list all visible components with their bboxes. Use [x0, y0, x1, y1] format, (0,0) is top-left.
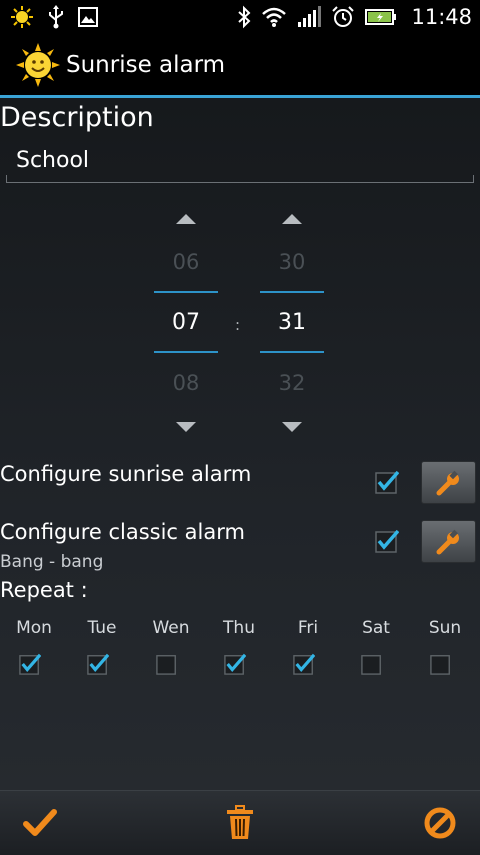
- time-separator: :: [235, 316, 241, 334]
- sunrise-alarm-checkbox[interactable]: [375, 470, 399, 494]
- status-time: 11:48: [411, 5, 472, 29]
- hour-down-arrow-icon[interactable]: [154, 416, 218, 436]
- minute-top-divider: [260, 291, 324, 293]
- battery-icon: [365, 9, 397, 25]
- description-input[interactable]: School: [6, 142, 474, 183]
- hour-previous[interactable]: 06: [154, 250, 218, 274]
- cancel-icon: [424, 807, 456, 839]
- description-label: Description: [0, 102, 154, 133]
- day-checkbox-thu[interactable]: [224, 653, 246, 675]
- day-label-sun: Sun: [428, 618, 462, 638]
- classic-alarm-sound: Bang - bang: [0, 552, 104, 572]
- day-checkbox-tue[interactable]: [87, 653, 109, 675]
- day-label-fri: Fri: [297, 618, 319, 638]
- alarm-editor: Description School 06 07 08 : 30 31 32 C…: [0, 98, 480, 790]
- minute-current[interactable]: 31: [260, 310, 324, 335]
- hour-bottom-divider: [154, 351, 218, 353]
- sun-notification-icon: [11, 6, 33, 28]
- minute-picker[interactable]: 30 31 32: [260, 208, 324, 438]
- sunrise-settings-button[interactable]: [421, 461, 476, 504]
- day-checkbox-wen[interactable]: [156, 653, 178, 675]
- status-bar: 11:48: [0, 0, 480, 34]
- confirm-button[interactable]: [18, 803, 62, 843]
- day-checkbox-mon[interactable]: [19, 653, 41, 675]
- hour-current[interactable]: 07: [154, 310, 218, 335]
- day-label-wen: Wen: [152, 618, 190, 638]
- app-title: Sunrise alarm: [66, 51, 226, 78]
- day-label-tue: Tue: [87, 618, 117, 638]
- hour-picker[interactable]: 06 07 08: [154, 208, 218, 438]
- classic-alarm-checkbox[interactable]: [375, 529, 399, 553]
- wrench-icon: [436, 470, 459, 495]
- hour-next[interactable]: 08: [154, 371, 218, 395]
- minute-down-arrow-icon[interactable]: [260, 416, 324, 436]
- day-checkbox-fri[interactable]: [293, 653, 315, 675]
- sun-icon: [16, 42, 60, 87]
- day-checkbox-sun[interactable]: [430, 653, 452, 675]
- bluetooth-icon: [238, 5, 251, 29]
- repeat-label: Repeat :: [0, 578, 88, 602]
- minute-bottom-divider: [260, 351, 324, 353]
- action-bar: Sunrise alarm: [0, 34, 480, 98]
- signal-icon: [298, 6, 322, 27]
- minute-next[interactable]: 32: [260, 371, 324, 395]
- minute-up-arrow-icon[interactable]: [260, 210, 324, 230]
- day-label-mon: Mon: [16, 618, 52, 638]
- classic-settings-button[interactable]: [421, 520, 476, 563]
- alarm-clock-icon: [332, 6, 355, 27]
- day-label-sat: Sat: [362, 618, 390, 638]
- wrench-icon: [436, 529, 459, 554]
- day-checkbox-sat[interactable]: [361, 653, 383, 675]
- hour-up-arrow-icon[interactable]: [154, 210, 218, 230]
- delete-trash-icon: [227, 805, 253, 839]
- classic-alarm-label: Configure classic alarm: [0, 520, 245, 544]
- confirm-check-icon: [23, 809, 57, 836]
- description-value: School: [16, 148, 90, 173]
- hour-top-divider: [154, 291, 218, 293]
- cancel-button[interactable]: [418, 803, 462, 843]
- bottom-action-bar: [0, 790, 480, 855]
- delete-button[interactable]: [218, 803, 262, 843]
- wifi-icon: [262, 7, 287, 27]
- sunrise-alarm-label: Configure sunrise alarm: [0, 462, 252, 486]
- usb-icon: [49, 5, 63, 29]
- minute-previous[interactable]: 30: [260, 250, 324, 274]
- day-label-thu: Thu: [223, 618, 255, 638]
- image-icon: [78, 7, 98, 27]
